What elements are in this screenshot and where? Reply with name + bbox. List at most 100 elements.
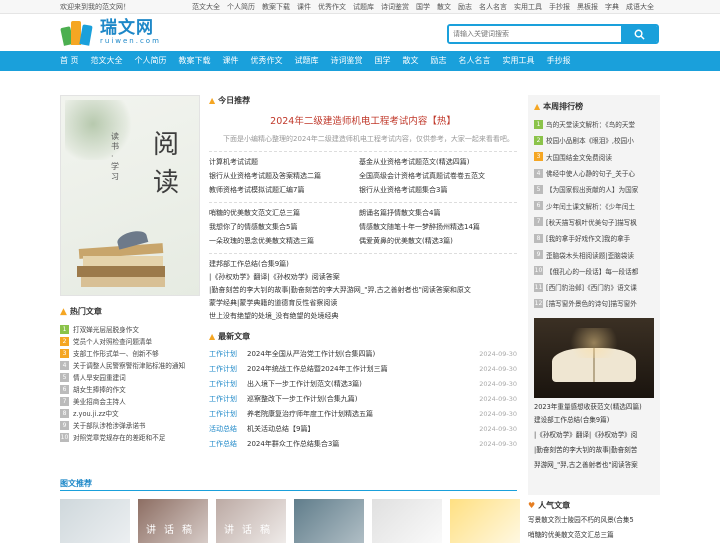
news-title[interactable]: 巡察整改下一步工作计划(合集九篇) bbox=[247, 394, 479, 404]
rank-item-title[interactable]: 佛经中使人心静的句子_关于心 bbox=[546, 168, 635, 178]
top-link[interactable]: 个人简历 bbox=[227, 2, 255, 12]
nav-item[interactable]: 诗词鉴赏 bbox=[331, 51, 363, 71]
top-link[interactable]: 课件 bbox=[297, 2, 311, 12]
rank-item[interactable]: 11 [西门豹治邺]《西门豹》语文课 bbox=[534, 279, 654, 295]
top-link[interactable]: 诗词鉴赏 bbox=[381, 2, 409, 12]
rank-item-title[interactable]: [秋天描写枫叶优美句子]描写枫 bbox=[546, 217, 637, 227]
rank-item-title[interactable]: 【俄孔心的一段话】每一段话都 bbox=[546, 266, 638, 276]
picture-card[interactable]: 讲话稿 bbox=[138, 499, 208, 543]
nav-item[interactable]: 散文 bbox=[403, 51, 419, 71]
picture-card[interactable] bbox=[372, 499, 442, 543]
nav-item[interactable]: 实用工具 bbox=[503, 51, 535, 71]
top-link[interactable]: 实用工具 bbox=[514, 2, 542, 12]
rank-item[interactable]: 6 少年闰土课文解析：《少年闰土 bbox=[534, 197, 654, 213]
article-link[interactable]: 基金从业资格考试题范文(精选四篇) bbox=[359, 156, 517, 168]
rank-item-title[interactable]: 【为国家假出贡献的人】为国家 bbox=[546, 184, 638, 194]
list-item[interactable]: 9 关于部队涉枪涉弹承诺书 bbox=[60, 419, 200, 431]
picture-card[interactable] bbox=[294, 499, 364, 543]
headline-link[interactable]: 2024年二级建造师机电工程考试内容【热】 bbox=[209, 113, 517, 127]
top-link[interactable]: 教案下载 bbox=[262, 2, 290, 12]
article-link[interactable]: 银行从业资格考试题及答案精选二篇 bbox=[209, 170, 359, 182]
news-title[interactable]: 2024年统战工作总结暨2024年工作计划三篇 bbox=[247, 364, 479, 374]
top-link[interactable]: 优秀作文 bbox=[318, 2, 346, 12]
article-link[interactable]: 全国高级会计资格考试真题试卷卷五范文 bbox=[359, 170, 517, 182]
list-item-title[interactable]: 胡女生捧捧的作文 bbox=[73, 384, 126, 394]
article-link[interactable]: 计算机考试试题 bbox=[209, 156, 359, 168]
picture-card[interactable] bbox=[60, 499, 130, 543]
top-link[interactable]: 散文 bbox=[437, 2, 451, 12]
nav-item[interactable]: 个人简历 bbox=[135, 51, 167, 71]
article-link[interactable]: |勤奋刻苦的李大钊的故事|勤奋刻苦的李大羿游网_"羿,古之善射者也"阅读答案和原… bbox=[209, 284, 517, 297]
picture-card[interactable] bbox=[450, 499, 520, 543]
list-item-title[interactable]: z.you.ji.zz中文 bbox=[73, 408, 119, 418]
nav-item[interactable]: 教案下载 bbox=[179, 51, 211, 71]
rank-item[interactable]: 12 [描写窗外景色的诗句]描写窗外 bbox=[534, 295, 654, 311]
article-link[interactable]: |《孙权劝学》翻译|《孙权劝学》阅读答案 bbox=[209, 271, 517, 284]
article-link[interactable]: 教师资格考试模拟试题汇编7篇 bbox=[209, 184, 359, 196]
right-link[interactable]: |《孙权劝学》翻译|《孙权劝学》阅 bbox=[534, 428, 654, 443]
top-link[interactable]: 励志 bbox=[458, 2, 472, 12]
rank-item[interactable]: 9 歪脑袋木头相阅读题|歪脑袋读 bbox=[534, 246, 654, 262]
popular-item[interactable]: 写景散文烈士陵园不朽的风景(合集5 bbox=[528, 513, 660, 528]
news-title[interactable]: 2024年全国从严治党工作计划(合集四篇) bbox=[247, 349, 479, 359]
rank-item-title[interactable]: [西门豹治邺]《西门豹》语文课 bbox=[546, 282, 637, 292]
nav-item[interactable]: 试题库 bbox=[295, 51, 319, 71]
article-link[interactable]: 银行从业资格考试题集合3篇 bbox=[359, 184, 517, 196]
article-link[interactable]: 朗诵名篇抒情散文集合4篇 bbox=[359, 207, 517, 219]
news-category[interactable]: 工作计划 bbox=[209, 409, 247, 419]
article-link[interactable]: 我想你了的情感散文集合5篇 bbox=[209, 221, 359, 233]
top-link[interactable]: 手抄报 bbox=[549, 2, 570, 12]
news-category[interactable]: 工作总结 bbox=[209, 439, 247, 449]
news-category[interactable]: 工作计划 bbox=[209, 364, 247, 374]
list-item-title[interactable]: 对照党章党规存在的差距和不足 bbox=[73, 432, 165, 442]
news-title[interactable]: 机关活动总结【9篇】 bbox=[247, 424, 479, 434]
reading-cover-image[interactable]: 阅 读 读书·学习 bbox=[60, 95, 200, 296]
rank-item-title[interactable]: 歪脑袋木头相阅读题|歪脑袋读 bbox=[546, 250, 634, 260]
rank-item[interactable]: 7 [秋天描写枫叶优美句子]描写枫 bbox=[534, 214, 654, 230]
table-row[interactable]: 工作计划 出入境下一步工作计划范文(精选3篇) 2024-09-30 bbox=[209, 376, 517, 391]
rank-item[interactable]: 5 【为国家假出贡献的人】为国家 bbox=[534, 181, 654, 197]
site-logo[interactable]: 瑞文网 ruiwen.com bbox=[60, 19, 161, 46]
rank-item-title[interactable]: [描写窗外景色的诗句]描写窗外 bbox=[546, 298, 637, 308]
list-item[interactable]: 7 美业招商会主持人 bbox=[60, 395, 200, 407]
table-row[interactable]: 工作计划 2024年全国从严治党工作计划(合集四篇) 2024-09-30 bbox=[209, 346, 517, 361]
list-item[interactable]: 5 情人旱安园重建词 bbox=[60, 371, 200, 383]
top-link[interactable]: 字典 bbox=[605, 2, 619, 12]
right-link[interactable]: 羿游网_"羿,古之善射者也"阅读答案 bbox=[534, 458, 654, 473]
search-input[interactable] bbox=[449, 26, 623, 42]
article-link[interactable]: 哨糖的优美散文范文汇总三篇 bbox=[209, 207, 359, 219]
news-category[interactable]: 活动总结 bbox=[209, 424, 247, 434]
table-row[interactable]: 工作计划 巡察整改下一步工作计划(合集九篇) 2024-09-30 bbox=[209, 391, 517, 406]
nav-item[interactable]: 优秀作文 bbox=[251, 51, 283, 71]
news-title[interactable]: 2024年群众工作总结集合3篇 bbox=[247, 439, 479, 449]
rank-item[interactable]: 8 [我的拿手好戏作文]我的拿手 bbox=[534, 230, 654, 246]
rank-item[interactable]: 1 鸟的天堂读文解析：《鸟的天堂 bbox=[534, 116, 654, 132]
top-link[interactable]: 范文大全 bbox=[192, 2, 220, 12]
article-link[interactable]: 偶爱黄鼻的优美散文(精选3篇) bbox=[359, 235, 517, 247]
open-book-image[interactable] bbox=[534, 317, 654, 398]
top-link[interactable]: 试题库 bbox=[353, 2, 374, 12]
article-link[interactable]: 蒙学经典|蒙学典籍的道德育反性省察阅读 bbox=[209, 297, 517, 310]
table-row[interactable]: 工作总结 2024年群众工作总结集合3篇 2024-09-30 bbox=[209, 436, 517, 451]
rank-item[interactable]: 2 校园小品剧本《眼泪》,校园小 bbox=[534, 132, 654, 148]
news-category[interactable]: 工作计划 bbox=[209, 394, 247, 404]
article-link[interactable]: 世上没有绝望的处境_没有绝望的处境经典 bbox=[209, 310, 517, 323]
popular-item[interactable]: 哨糖的优美散文范文汇总三篇 bbox=[528, 528, 660, 543]
table-row[interactable]: 工作计划 养老院康复治疗师年度工作计划精选五篇 2024-09-30 bbox=[209, 406, 517, 421]
rank-item-title[interactable]: 校园小品剧本《眼泪》,校园小 bbox=[546, 135, 634, 145]
news-title[interactable]: 养老院康复治疗师年度工作计划精选五篇 bbox=[247, 409, 479, 419]
table-row[interactable]: 活动总结 机关活动总结【9篇】 2024-09-30 bbox=[209, 421, 517, 436]
nav-item[interactable]: 范文大全 bbox=[91, 51, 123, 71]
nav-item[interactable]: 国学 bbox=[375, 51, 391, 71]
top-link[interactable]: 国学 bbox=[416, 2, 430, 12]
rank-item[interactable]: 4 佛经中使人心静的句子_关于心 bbox=[534, 165, 654, 181]
list-item-title[interactable]: 情人旱安园重建词 bbox=[73, 372, 126, 382]
right-link[interactable]: 建设部工作总结(合集9篇) bbox=[534, 413, 654, 428]
rank-item-title[interactable]: [我的拿手好戏作文]我的拿手 bbox=[546, 233, 630, 243]
news-category[interactable]: 工作计划 bbox=[209, 379, 247, 389]
list-item[interactable]: 6 胡女生捧捧的作文 bbox=[60, 383, 200, 395]
nav-item[interactable]: 首 页 bbox=[60, 51, 79, 71]
article-link[interactable]: 一朵玫瑰的恩念优美散文精选三篇 bbox=[209, 235, 359, 247]
nav-item[interactable]: 名人名言 bbox=[459, 51, 491, 71]
list-item-title[interactable]: 关于部队涉枪涉弹承诺书 bbox=[73, 420, 146, 430]
